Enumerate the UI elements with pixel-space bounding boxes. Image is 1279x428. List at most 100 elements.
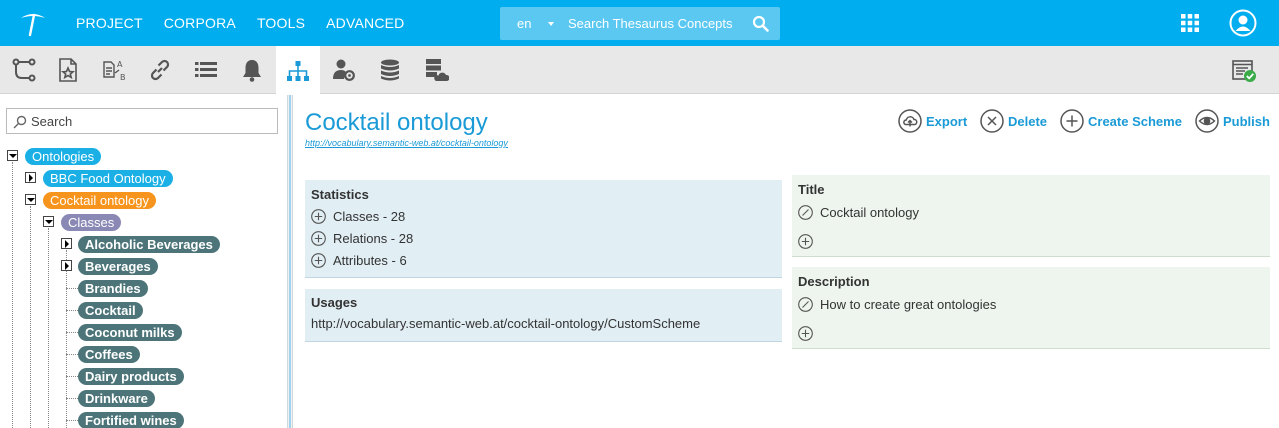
delete-button[interactable]: Delete (980, 108, 1047, 134)
tree-node-bbc-food-ontology[interactable]: BBC Food Ontology (43, 170, 173, 187)
tree-node-class[interactable]: Coconut milks (78, 324, 182, 341)
ontology-uri-link[interactable]: http://vocabulary.semantic-web.at/cockta… (305, 138, 508, 148)
notifications-button[interactable] (230, 46, 274, 94)
expand-toggle[interactable] (61, 238, 72, 249)
menu-advanced[interactable]: ADVANCED (326, 15, 404, 31)
export-label: Export (926, 113, 968, 129)
statistic-classes: Classes - 28 (333, 208, 406, 224)
menu-project[interactable]: PROJECT (76, 15, 143, 31)
tree-node-class[interactable]: Cocktail (78, 302, 143, 319)
main-menu: PROJECT CORPORA TOOLS ADVANCED (76, 0, 426, 46)
page-title: Cocktail ontology (305, 109, 488, 136)
menu-tools[interactable]: TOOLS (257, 15, 305, 31)
search-icon[interactable] (752, 15, 769, 32)
tree-connector (66, 250, 67, 428)
tree-search-placeholder: Search (31, 114, 73, 129)
eye-icon (1195, 109, 1219, 133)
edit-pencil-icon (798, 296, 813, 312)
create-scheme-button[interactable]: Create Scheme (1060, 108, 1182, 134)
tree-node-class[interactable]: Fortified wines (78, 412, 184, 428)
usages-heading: Usages (311, 295, 358, 310)
statistic-relations: Relations - 28 (333, 230, 414, 246)
translate-ab-icon: A B (103, 60, 126, 82)
report-check-icon (1232, 60, 1256, 82)
main-content: Cocktail ontology http://vocabulary.sema… (293, 95, 1279, 428)
tree-connector (66, 354, 78, 355)
description-heading: Description (798, 274, 870, 289)
expand-toggle[interactable] (25, 194, 36, 205)
title-value: Cocktail ontology (820, 204, 919, 220)
bell-icon (243, 60, 261, 82)
user-settings-button[interactable] (322, 46, 366, 94)
statistic-row[interactable]: Attributes - 6 (311, 252, 407, 268)
ontology-structure-button[interactable] (276, 46, 320, 95)
add-circle-icon[interactable] (798, 234, 813, 249)
concept-search-input[interactable]: Search Thesaurus Concepts (568, 16, 733, 31)
create-scheme-label: Create Scheme (1088, 113, 1182, 129)
language-select[interactable]: en (517, 16, 531, 31)
caret-down-icon[interactable] (548, 22, 554, 26)
plus-circle-icon (311, 208, 326, 224)
tree-node-ontologies[interactable]: Ontologies (25, 148, 102, 165)
publish-button[interactable]: Publish (1195, 108, 1270, 134)
user-account-icon[interactable] (1229, 9, 1257, 37)
top-bar: PROJECT CORPORA TOOLS ADVANCED en Search… (0, 0, 1279, 46)
tree-connector (66, 420, 78, 421)
tree-connector (12, 162, 13, 428)
report-status-button[interactable] (1222, 46, 1266, 94)
expand-toggle[interactable] (43, 216, 54, 227)
tree-node-classes[interactable]: Classes (61, 214, 122, 231)
tree-connector (66, 376, 78, 377)
tree-connector (66, 288, 78, 289)
server-cloud-icon (426, 59, 449, 81)
link-icon (150, 59, 170, 81)
tree-node-class[interactable]: Drinkware (78, 390, 155, 407)
usage-value[interactable]: http://vocabulary.semantic-web.at/cockta… (311, 316, 700, 331)
export-button[interactable]: Export (898, 108, 967, 134)
concept-search-box: en Search Thesaurus Concepts (500, 7, 780, 40)
tree-node-cocktail-ontology[interactable]: Cocktail ontology (43, 192, 156, 209)
tree-connector (66, 398, 78, 399)
translation-button[interactable]: A B (92, 46, 136, 94)
statistic-row[interactable]: Relations - 28 (311, 230, 413, 246)
apps-grid-icon[interactable] (1181, 14, 1199, 32)
list-icon (195, 62, 217, 77)
tree-node-class[interactable]: Dairy products (78, 368, 184, 385)
title-panel: Title Cocktail ontology (792, 175, 1270, 257)
delete-label: Delete (1008, 113, 1048, 129)
svg-text:B: B (120, 73, 126, 82)
pickaxe-logo-icon[interactable] (19, 9, 47, 37)
server-cloud-button[interactable] (414, 46, 458, 94)
plus-circle-icon (1060, 109, 1084, 133)
favorites-button[interactable] (46, 46, 90, 94)
plus-circle-icon (311, 252, 326, 268)
tree-connector (48, 228, 49, 428)
expand-toggle[interactable] (7, 150, 18, 161)
tree-node-class[interactable]: Alcoholic Beverages (78, 236, 220, 253)
publish-label: Publish (1223, 113, 1270, 129)
list-button[interactable] (184, 46, 228, 94)
tree-connector (66, 332, 78, 333)
expand-toggle[interactable] (61, 260, 72, 271)
statistic-row[interactable]: Classes - 28 (311, 208, 405, 224)
tool-bar: A B (0, 46, 1279, 95)
title-row[interactable]: Cocktail ontology (798, 204, 919, 220)
links-button[interactable] (138, 46, 182, 94)
starred-document-icon (59, 58, 77, 82)
org-chart-icon (287, 60, 309, 81)
tree-connector (66, 310, 78, 311)
tree-node-class[interactable]: Coffees (78, 346, 140, 363)
tree-node-class[interactable]: Brandies (78, 280, 148, 297)
close-circle-icon (980, 109, 1004, 133)
menu-corpora[interactable]: CORPORA (164, 15, 236, 31)
tree-node-class[interactable]: Beverages (78, 258, 158, 275)
expand-toggle[interactable] (25, 172, 36, 183)
statistics-heading: Statistics (311, 187, 369, 202)
hierarchy-flow-button[interactable] (2, 46, 46, 94)
edit-pencil-icon (798, 204, 813, 220)
usages-panel: Usages http://vocabulary.semantic-web.at… (305, 289, 782, 342)
description-row[interactable]: How to create great ontologies (798, 296, 996, 312)
tree-search-input[interactable]: Search (6, 108, 278, 134)
database-button[interactable] (368, 46, 412, 94)
add-circle-icon[interactable] (798, 326, 813, 341)
